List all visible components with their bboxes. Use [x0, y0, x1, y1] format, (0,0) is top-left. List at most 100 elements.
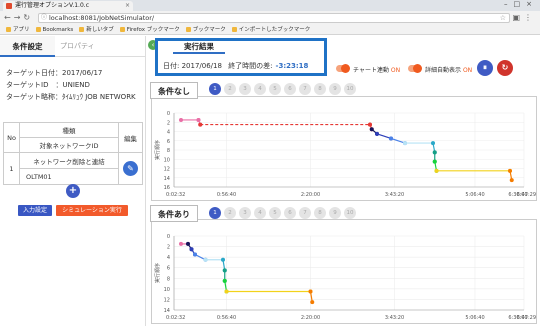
- page-button[interactable]: 4: [254, 83, 266, 95]
- chart-link-label: チャート連動 ON: [353, 67, 401, 74]
- page-button[interactable]: 4: [254, 207, 266, 219]
- bookmark-item[interactable]: インポートしたブックマーク: [231, 25, 310, 35]
- page-button[interactable]: 3: [239, 83, 251, 95]
- url-text: localhost:8081/JobNetSimulator/: [49, 14, 155, 22]
- y-tick-label: 6: [167, 266, 170, 272]
- page-button[interactable]: 10: [344, 83, 356, 95]
- series-segment: [376, 133, 392, 140]
- y-axis-label: 実行順序: [154, 263, 161, 283]
- row-no: 1: [3, 152, 20, 185]
- condition-table: No 種類 編集 対象ネットワークID 1 ネットワーク削除と連結 ✎ OLTM…: [3, 122, 143, 185]
- chart-section-with-condition: 0 2 4 6 8 10 12 14 0:02:32 0:56:40 2:20:00 3:43:20 5…: [151, 219, 537, 324]
- y-tick-label: 14: [164, 176, 170, 182]
- page-button[interactable]: 3: [239, 207, 251, 219]
- col-edit: 編集: [118, 122, 143, 153]
- add-condition-button[interactable]: +: [66, 184, 80, 198]
- page-button[interactable]: 2: [224, 207, 236, 219]
- y-tick-label: 0: [167, 234, 170, 240]
- y-tick-label: 14: [164, 308, 170, 314]
- page-button[interactable]: 6: [284, 207, 296, 219]
- date-label: 日付:: [163, 62, 180, 70]
- y-tick-label: 6: [167, 139, 170, 145]
- bookmark-icon: [119, 27, 125, 32]
- page-button[interactable]: 7: [299, 207, 311, 219]
- bookmark-item[interactable]: アプリ: [6, 25, 30, 35]
- result-panel: ‹ 実行結果 日付: 2017/06/18 終了時間の差: -3:23:18 チャ…: [147, 36, 540, 326]
- auto-detail-toggle[interactable]: [408, 64, 422, 73]
- data-point: [432, 150, 437, 155]
- section-title-with-condition: 条件あり: [150, 205, 198, 222]
- y-tick-label: 2: [167, 120, 170, 126]
- page-button[interactable]: 9: [329, 207, 341, 219]
- pause-button[interactable]: ⏸: [477, 60, 493, 76]
- bookmark-label: アプリ: [13, 27, 30, 33]
- chart-link-toggle[interactable]: [336, 64, 350, 73]
- browser-tab[interactable]: 運行管理オプションV.1.0.c ×: [3, 1, 133, 11]
- tab-conditions[interactable]: 条件設定: [0, 36, 55, 57]
- data-point: [179, 117, 183, 122]
- data-point: [193, 252, 197, 257]
- x-tick-label: 3:43:20: [385, 192, 404, 198]
- data-point: [369, 127, 374, 132]
- page-button[interactable]: 1: [209, 83, 221, 95]
- y-tick-label: 0: [167, 111, 170, 117]
- nav-buttons[interactable]: ←→↻: [4, 13, 33, 22]
- bookmark-item[interactable]: Bookmarks: [35, 25, 74, 35]
- x-tick-label: 6:47:29: [517, 192, 536, 198]
- page-button[interactable]: 5: [269, 207, 281, 219]
- close-tab-icon[interactable]: ×: [125, 1, 130, 11]
- y-tick-label: 10: [164, 287, 170, 293]
- favicon-icon: [6, 3, 12, 9]
- page-button[interactable]: 8: [314, 207, 326, 219]
- y-tick-label: 8: [167, 276, 170, 282]
- browser-menu-icons[interactable]: ▣⋮: [512, 13, 536, 22]
- y-tick-label: 8: [167, 148, 170, 154]
- bookmark-item[interactable]: 新しいタブ: [79, 25, 114, 35]
- bookmark-icon: [6, 27, 11, 32]
- x-tick-label: 2:20:00: [301, 192, 320, 198]
- page-button[interactable]: 2: [224, 83, 236, 95]
- page-button[interactable]: 7: [299, 83, 311, 95]
- data-point: [222, 268, 227, 273]
- bookmark-star-icon[interactable]: ☆: [500, 14, 506, 22]
- data-point: [189, 247, 194, 252]
- x-tick-label: 0:56:40: [217, 192, 236, 198]
- tab-properties[interactable]: プロパティ: [60, 36, 95, 57]
- address-bar: ←→↻ ⓘ localhost:8081/JobNetSimulator/ ☆ …: [0, 11, 540, 25]
- run-simulation-button[interactable]: シミュレーション実行: [56, 205, 128, 216]
- data-point: [432, 159, 437, 164]
- chart-with-condition: 0 2 4 6 8 10 12 140:02:32 0:56:40 2:20:00 3:43:20 5…: [154, 234, 536, 321]
- x-tick-label: 0:02:32: [166, 315, 185, 321]
- refresh-button[interactable]: ↻: [497, 60, 513, 76]
- page-button[interactable]: 6: [284, 83, 296, 95]
- target-id: ターゲットID ：UNIEND: [6, 81, 90, 89]
- col-target: 対象ネットワークID: [19, 137, 119, 153]
- data-point: [403, 141, 407, 146]
- url-input[interactable]: ⓘ localhost:8081/JobNetSimulator/ ☆: [38, 13, 510, 23]
- bookmark-icon: [185, 27, 191, 32]
- page-button[interactable]: 10: [344, 207, 356, 219]
- page-button[interactable]: 1: [209, 207, 221, 219]
- x-tick-label: 5:06:40: [465, 315, 484, 321]
- page-button[interactable]: 8: [314, 83, 326, 95]
- bookmark-label: Bookmarks: [42, 27, 74, 33]
- x-tick-label: 2:20:00: [301, 315, 320, 321]
- browser-tab-title: 運行管理オプションV.1.0.c: [15, 2, 89, 9]
- page-button[interactable]: 9: [329, 83, 341, 95]
- condition-panel: 条件設定 プロパティ ターゲット日付：2017/06/17 ターゲットID ：U…: [0, 36, 146, 326]
- pager-no-condition: 1 2 3 4 5 6 7 8 9 10: [209, 83, 359, 95]
- edit-pencil-icon[interactable]: ✎: [123, 161, 138, 176]
- data-point: [222, 278, 227, 283]
- bookmark-item[interactable]: ブックマーク: [185, 25, 226, 35]
- bookmark-label: 新しいタブ: [86, 27, 114, 33]
- y-axis-label: 実行順序: [154, 140, 161, 160]
- input-settings-button[interactable]: 入力設定: [18, 205, 52, 216]
- page-button[interactable]: 5: [269, 83, 281, 95]
- info-icon: ⓘ: [41, 14, 48, 21]
- y-tick-label: 4: [167, 255, 170, 261]
- data-point: [368, 122, 372, 127]
- window-controls[interactable]: –□×: [504, 0, 538, 8]
- bookmark-item[interactable]: Firefox ブックマーク: [119, 25, 180, 35]
- data-point: [308, 289, 313, 294]
- y-tick-label: 10: [164, 157, 170, 163]
